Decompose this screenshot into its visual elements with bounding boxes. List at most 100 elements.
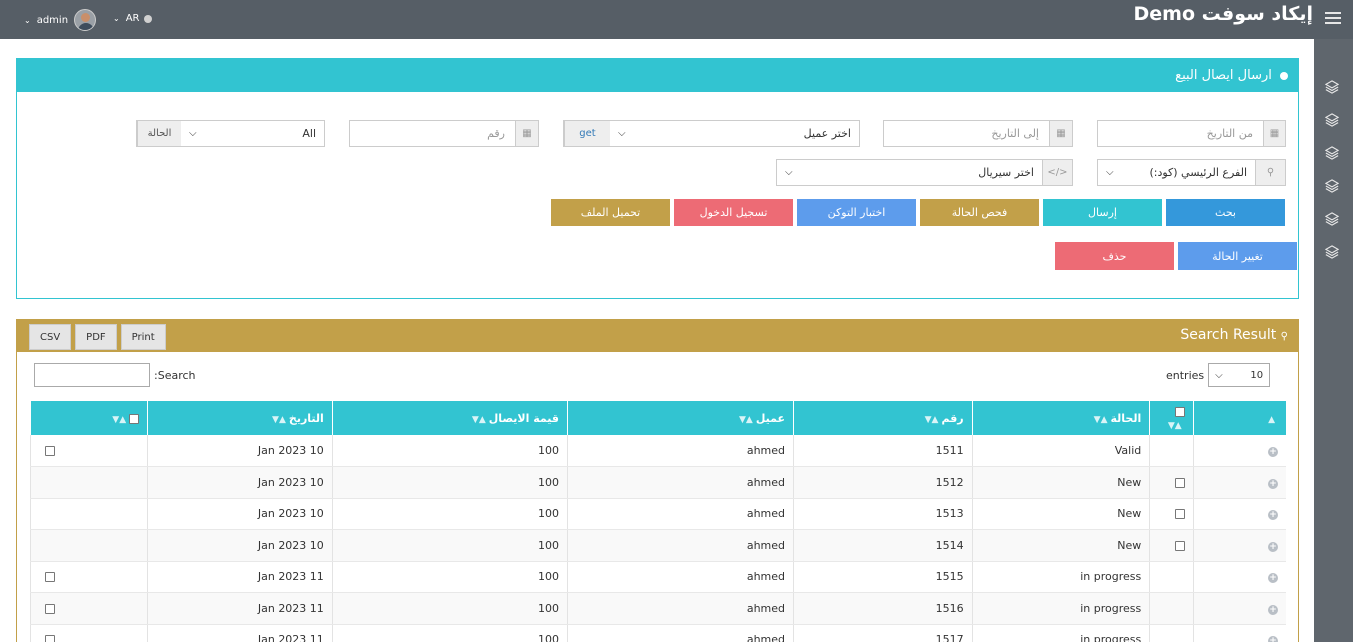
expand-cell[interactable]: + (1192, 561, 1286, 593)
end-select-cell (29, 529, 148, 562)
checkbox[interactable] (45, 603, 55, 614)
sort-icon: ▲ (1268, 414, 1275, 425)
date-cell: Jan 2023 10 (147, 466, 333, 499)
checkbox[interactable] (45, 635, 55, 642)
layers-icon[interactable] (1324, 146, 1341, 162)
plus-circle-icon[interactable]: + (1268, 447, 1278, 457)
sitemap-icon: ⚲ (1255, 160, 1285, 185)
login-button[interactable]: تسجيل الدخول (674, 199, 793, 226)
checkbox[interactable] (1174, 540, 1185, 551)
serial-select-field[interactable]: اختر سيريال ⌵ </> (776, 159, 1073, 186)
number-cell: 1515 (793, 561, 973, 593)
expand-cell[interactable]: + (1192, 624, 1286, 642)
plus-circle-icon[interactable]: + (1268, 478, 1278, 489)
sort-icon: ▲▼ (112, 414, 127, 425)
expand-cell[interactable]: + (1192, 466, 1286, 499)
circle-icon (1280, 71, 1288, 80)
status-select[interactable]: All ⌵ (181, 121, 324, 146)
table-header-row: ▲ ▲▼ الحالة▲▼ رقم▲▼ عميل▲▼ قيمة الايصال▲… (29, 401, 1286, 435)
expand-cell[interactable]: + (1192, 529, 1286, 562)
language-switcher[interactable]: ⌄ AR (113, 13, 152, 24)
status-cell: Valid (971, 435, 1150, 467)
column-status[interactable]: الحالة▲▼ (971, 401, 1150, 435)
chevron-down-icon: ⌄ (113, 14, 120, 23)
date-cell: Jan 2023 11 (147, 561, 333, 593)
layers-icon[interactable] (1324, 179, 1341, 195)
entries-select[interactable]: ⌵ 10 (1208, 363, 1271, 387)
change-status-button[interactable]: تغيير الحالة (1178, 242, 1297, 270)
end-select-cell (29, 592, 148, 625)
upload-file-button[interactable]: تحميل الملف (551, 199, 670, 226)
expand-column-header[interactable]: ▲ (1192, 401, 1286, 435)
number-cell: 1512 (793, 466, 973, 499)
select-cell (1149, 561, 1194, 593)
checkbox[interactable] (1174, 509, 1185, 520)
expand-cell[interactable]: + (1192, 592, 1286, 625)
sort-icon: ▲▼ (272, 414, 286, 425)
column-number[interactable]: رقم▲▼ (793, 401, 973, 435)
check-status-button[interactable]: فحص الحالة (920, 199, 1039, 226)
send-button[interactable]: إرسال (1043, 199, 1162, 226)
table-row: + Valid 1511 ahmed 100 Jan 2023 10 (29, 435, 1286, 467)
plus-circle-icon[interactable]: + (1268, 604, 1278, 615)
plus-circle-icon[interactable]: + (1268, 510, 1278, 521)
column-client[interactable]: عميل▲▼ (566, 401, 794, 435)
branch-select[interactable]: الفرع الرئيسي (كود:) ⌵ (1098, 160, 1255, 185)
end-select-cell (29, 624, 148, 642)
hamburger-menu-icon[interactable] (1325, 12, 1341, 24)
layers-icon[interactable] (1324, 212, 1341, 228)
plus-circle-icon[interactable]: + (1268, 573, 1278, 584)
to-date-field[interactable]: ▦ (883, 120, 1073, 147)
entries-label: entries (1166, 368, 1205, 382)
expand-cell[interactable]: + (1192, 435, 1286, 467)
status-filter-field[interactable]: الحالة All ⌵ (136, 120, 325, 147)
entries-control: entries ⌵ 10 (1166, 363, 1271, 387)
serial-select[interactable]: اختر سيريال ⌵ (777, 160, 1042, 185)
plus-circle-icon[interactable]: + (1268, 636, 1278, 642)
sort-icon: ▲▼ (1093, 414, 1108, 425)
number-cell: 1517 (793, 624, 973, 642)
end-select-cell (29, 498, 148, 530)
layers-icon[interactable] (1324, 113, 1341, 129)
checkbox[interactable] (45, 446, 55, 456)
search-small-icon: ⚲ (1280, 331, 1288, 342)
layers-icon[interactable] (1324, 80, 1341, 96)
branch-select-field[interactable]: الفرع الرئيسي (كود:) ⌵ ⚲ (1097, 159, 1286, 186)
expand-cell[interactable]: + (1192, 498, 1286, 530)
select-column-header[interactable]: ▲▼ (1149, 401, 1194, 435)
column-select-end[interactable]: ▲▼ (29, 401, 148, 435)
number-cell: 1514 (793, 529, 973, 562)
checkbox[interactable] (1174, 407, 1185, 417)
table-row: + New 1514 ahmed 100 Jan 2023 10 (29, 529, 1286, 562)
print-button[interactable]: Print (120, 324, 166, 350)
checkbox[interactable] (45, 572, 55, 583)
table-row: + in progress 1517 ahmed 100 Jan 2023 11 (29, 624, 1286, 642)
from-date-input[interactable] (1098, 121, 1263, 146)
pdf-button[interactable]: PDF (75, 324, 117, 350)
number-input[interactable] (350, 121, 515, 146)
date-cell: Jan 2023 10 (147, 498, 333, 530)
get-button[interactable]: get (564, 121, 610, 146)
number-field[interactable]: ▦ (349, 120, 539, 147)
sort-icon: ▲▼ (924, 414, 939, 425)
from-date-field[interactable]: ▦ (1097, 120, 1286, 147)
checkbox[interactable] (1174, 477, 1185, 488)
user-menu[interactable]: ⌄ admin (24, 8, 97, 32)
column-receipt-value[interactable]: قيمة الايصال▲▼ (331, 401, 568, 435)
chevron-down-icon: ⌵ (785, 167, 793, 178)
search-button[interactable]: بحث (1166, 199, 1285, 226)
csv-button[interactable]: CSV (29, 324, 72, 350)
table-search-input[interactable] (34, 363, 150, 387)
select-cell (1149, 592, 1194, 625)
delete-button[interactable]: حذف (1055, 242, 1174, 270)
results-title: Search Result (1180, 327, 1277, 343)
client-select[interactable]: اختر عميل ⌵ (610, 121, 859, 146)
test-token-button[interactable]: اختبار التوكن (797, 199, 916, 226)
to-date-input[interactable] (884, 121, 1049, 146)
plus-circle-icon[interactable]: + (1268, 541, 1278, 552)
client-select-field[interactable]: get اختر عميل ⌵ (563, 120, 860, 147)
select-cell (1149, 435, 1194, 467)
column-date[interactable]: التاريخ▲▼ (147, 401, 333, 435)
layers-icon[interactable] (1324, 245, 1341, 261)
checkbox[interactable] (129, 413, 140, 424)
